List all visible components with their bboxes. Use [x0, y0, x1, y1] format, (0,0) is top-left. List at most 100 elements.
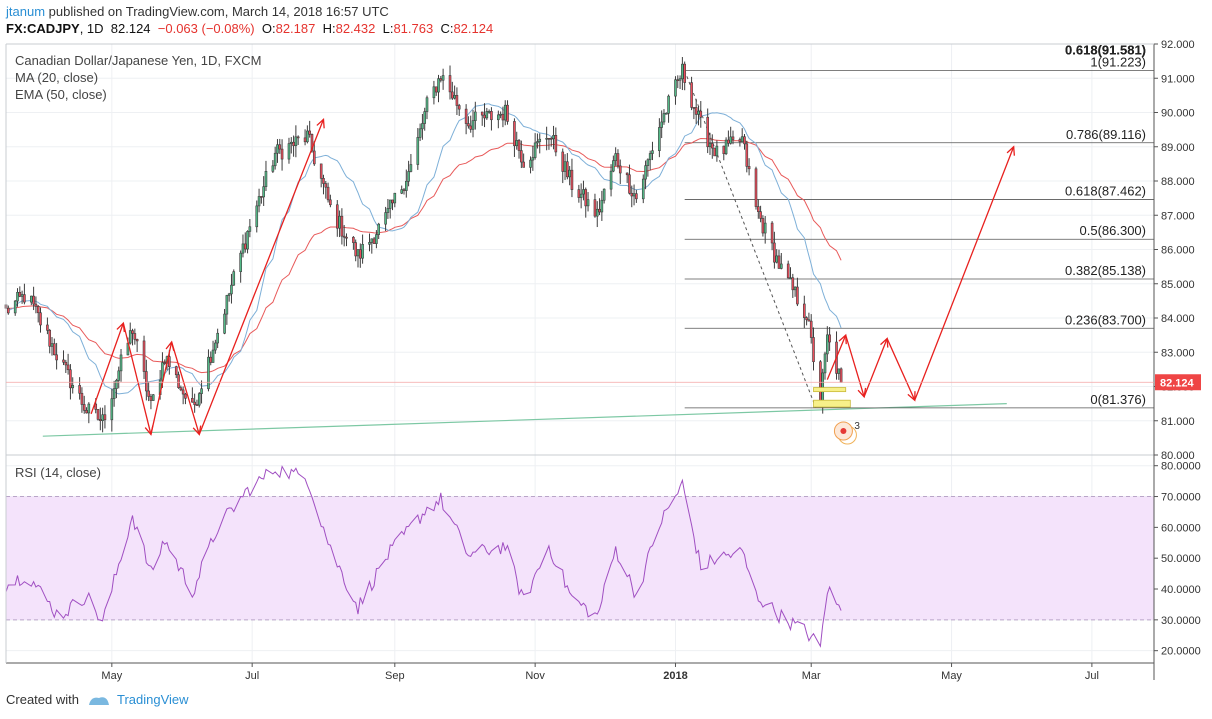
candle-body: [740, 136, 744, 143]
candle: [451, 81, 454, 100]
candle-body: [743, 136, 746, 145]
candle-body: [248, 226, 252, 232]
candle-body: [839, 368, 843, 383]
candle-body: [377, 223, 380, 235]
candle: [563, 154, 567, 180]
candle: [78, 377, 81, 400]
time-tick-label: Mar: [802, 670, 821, 682]
candle: [490, 107, 493, 131]
candle: [780, 252, 783, 270]
candle-body: [46, 324, 49, 331]
forecast-arrow[interactable]: [845, 334, 867, 399]
candle-body: [149, 396, 153, 401]
forecast-arrow[interactable]: [863, 337, 889, 398]
candle-body: [211, 349, 215, 363]
price-tick-label: 85.000: [1161, 279, 1195, 291]
event-badge-dot-icon: [840, 428, 847, 435]
candle-body: [117, 370, 121, 381]
candle: [506, 100, 509, 125]
candle: [756, 199, 760, 219]
candle-body: [497, 114, 500, 121]
candle: [207, 349, 210, 392]
candle-body: [278, 144, 282, 150]
highlight-box[interactable]: [813, 387, 847, 393]
rsi-title: RSI (14, close): [15, 465, 101, 480]
candle-body: [260, 196, 263, 198]
candle: [579, 183, 583, 209]
candle-body: [602, 188, 606, 201]
time-tick-label: May: [941, 670, 962, 682]
candle-body: [485, 111, 489, 119]
candle-body: [710, 143, 714, 149]
candle-body: [409, 164, 413, 172]
forecast-arrow[interactable]: [198, 117, 325, 435]
candle-body: [731, 136, 735, 140]
candle: [681, 57, 684, 91]
candle-body: [39, 312, 42, 326]
candle: [616, 149, 620, 169]
candle: [384, 206, 387, 232]
arrow-shaft: [914, 146, 1015, 401]
candle: [683, 61, 686, 91]
forecast-arrow[interactable]: [90, 321, 125, 415]
candle: [416, 128, 420, 170]
candle-body: [209, 356, 213, 363]
candle: [103, 405, 107, 429]
candle: [193, 393, 196, 413]
candle: [609, 164, 613, 197]
arrow-shaft: [863, 338, 888, 398]
candle: [513, 118, 516, 157]
highlight-boxes[interactable]: [813, 387, 851, 408]
candle: [497, 110, 500, 129]
candle-body: [197, 393, 201, 406]
candle-body: [174, 366, 178, 376]
candle-body: [577, 189, 581, 198]
candle-body: [566, 161, 569, 178]
event-badge[interactable]: 3: [833, 421, 860, 445]
support-trendline[interactable]: [42, 403, 1007, 437]
candle-body: [388, 199, 392, 209]
candle-body: [80, 392, 84, 405]
candle: [273, 146, 277, 170]
candle: [727, 130, 730, 147]
fib-level-label: 0.5(86.300): [1080, 223, 1147, 238]
highlight-box[interactable]: [813, 399, 851, 408]
candle-body: [499, 113, 502, 116]
candle: [377, 222, 380, 240]
candle: [796, 277, 799, 307]
arrow-shaft: [845, 334, 865, 397]
candle: [777, 249, 781, 269]
candle: [370, 238, 374, 254]
fibonacci-retracement[interactable]: 0(81.376) 0.236(83.700) 0.382(85.138) 0.5(8…: [684, 42, 1154, 409]
price-tick-label: 81.000: [1161, 416, 1195, 428]
candle-body: [796, 286, 799, 305]
candle: [455, 87, 459, 115]
chart-canvas[interactable]: 0(81.376) 0.236(83.700) 0.382(85.138) 0.5(8…: [0, 0, 1212, 719]
candle: [448, 65, 452, 100]
fib-level-label: 0.618(87.462): [1065, 183, 1146, 198]
candle: [676, 75, 680, 89]
candle: [651, 141, 654, 161]
current-price-label: 82.124: [1160, 377, 1195, 389]
candle-body: [513, 121, 516, 147]
tradingview-link[interactable]: TradingView: [117, 692, 189, 707]
forecast-arrow[interactable]: [886, 338, 916, 402]
forecast-arrows[interactable]: [90, 117, 1016, 436]
candle-body: [184, 393, 187, 399]
candle-body: [803, 303, 806, 318]
candle: [708, 132, 712, 155]
candle: [713, 147, 716, 157]
candle: [480, 111, 484, 126]
candle: [469, 115, 473, 133]
forecast-arrow[interactable]: [914, 145, 1016, 401]
candle-body: [78, 385, 81, 394]
candle: [837, 368, 841, 380]
candle: [354, 239, 357, 262]
candle-body: [694, 107, 698, 115]
candle-body: [207, 356, 210, 390]
created-with-label: Created with: [6, 692, 79, 707]
candle: [329, 194, 332, 208]
candle-body: [773, 242, 776, 263]
trendline-layer[interactable]: [42, 70, 1007, 437]
fib-level-label: 0.786(89.116): [1066, 127, 1146, 142]
